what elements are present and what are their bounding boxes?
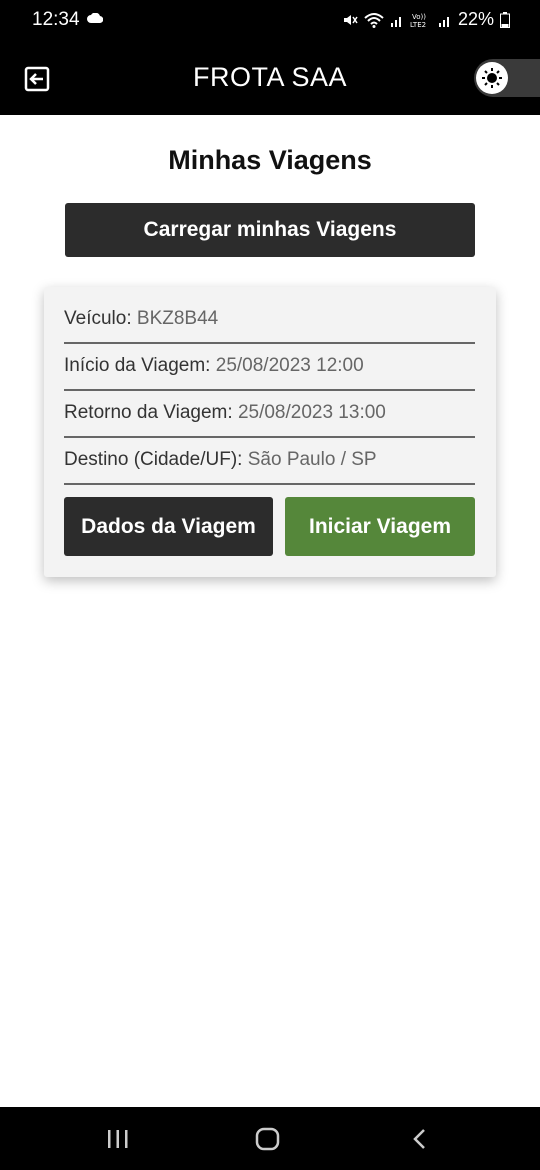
load-trips-button[interactable]: Carregar minhas Viagens	[65, 203, 475, 257]
mute-icon	[343, 14, 358, 25]
battery-icon	[500, 11, 510, 28]
vehicle-value: BKZ8B44	[136, 308, 219, 329]
svg-text:Vo)): Vo))	[412, 13, 426, 21]
home-icon[interactable]	[255, 1127, 281, 1151]
vehicle-label: Veículo:	[64, 308, 132, 329]
return-field: Retorno da Viagem: 25/08/2023 13:00	[64, 390, 475, 438]
trip-details-button[interactable]: Dados da Viagem	[64, 497, 273, 556]
start-label: Início da Viagem:	[64, 355, 211, 376]
return-value: 25/08/2023 13:00	[237, 402, 386, 423]
cloud-icon	[87, 13, 103, 23]
app-title: FROTA SAA	[192, 62, 348, 92]
trip-card: Veículo: BKZ8B44 Início da Viagem: 25/08…	[44, 287, 496, 577]
signal-icon	[390, 16, 401, 27]
destination-label: Destino (Cidade/UF):	[64, 449, 243, 470]
start-field: Início da Viagem: 25/08/2023 12:00	[64, 343, 475, 391]
toggle-knob	[476, 62, 508, 94]
svg-text:LTE2: LTE2	[410, 21, 426, 28]
sun-icon	[482, 68, 502, 88]
back-icon[interactable]	[410, 1127, 430, 1151]
status-bar: 12:34 Vo)) LTE2 22%	[0, 0, 540, 40]
battery-percent: 22%	[457, 9, 494, 29]
signal-icon	[438, 16, 449, 27]
status-icons: Vo)) LTE2 22%	[342, 9, 510, 30]
status-time: 12:34	[32, 9, 80, 30]
wifi-icon	[364, 12, 384, 28]
destination-field: Destino (Cidade/UF): São Paulo / SP	[64, 437, 475, 485]
start-trip-button[interactable]: Iniciar Viagem	[285, 497, 475, 556]
recent-apps-icon[interactable]	[106, 1127, 130, 1151]
volte-icon: Vo)) LTE2	[410, 13, 426, 28]
theme-toggle[interactable]	[474, 59, 540, 97]
trip-actions: Dados da Viagem Iniciar Viagem	[64, 497, 475, 556]
app-bar: FROTA SAA	[0, 40, 540, 115]
navigation-bar	[0, 1107, 540, 1170]
return-label: Retorno da Viagem:	[64, 402, 233, 423]
page-title: Minhas Viagens	[168, 145, 372, 175]
destination-value: São Paulo / SP	[247, 449, 377, 470]
start-value: 25/08/2023 12:00	[215, 355, 364, 376]
vehicle-field: Veículo: BKZ8B44	[64, 296, 475, 344]
